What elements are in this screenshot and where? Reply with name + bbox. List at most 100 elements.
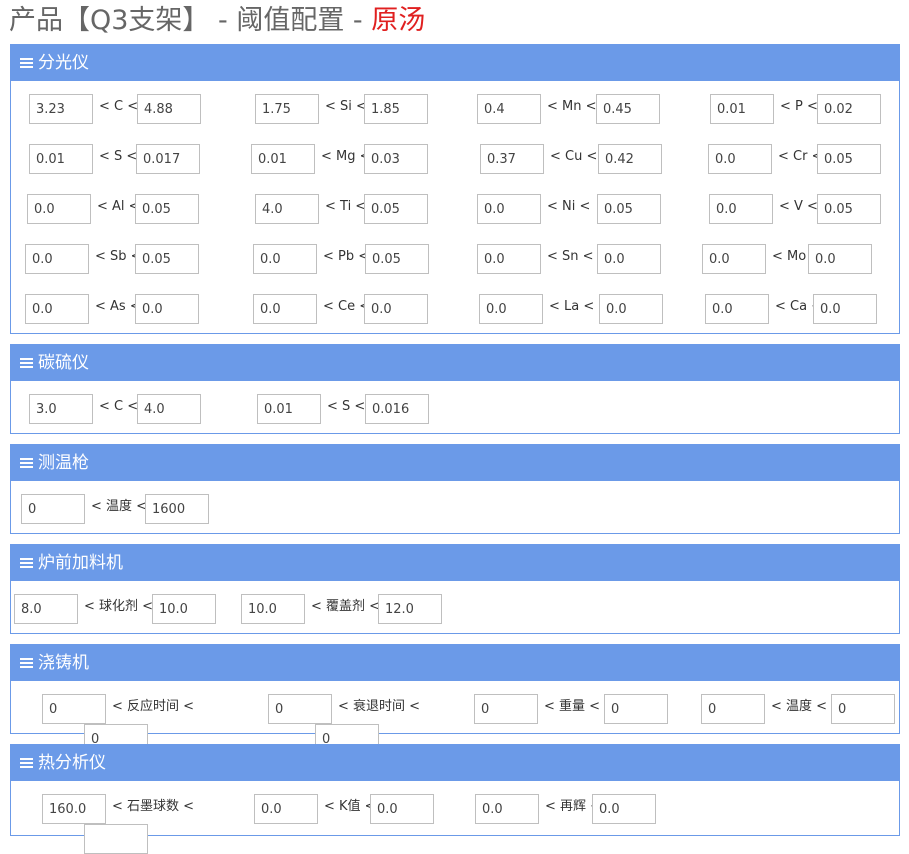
thermometer-max-input[interactable] xyxy=(145,494,209,524)
carbon-sulfur-threshold-label: < C < xyxy=(99,399,139,414)
spectrometer-panel: 分光仪< C << Si << Mn << P << S << Mg << Cu… xyxy=(10,44,900,334)
carbon-sulfur-min-input[interactable] xyxy=(29,394,93,424)
spectrometer-min-input[interactable] xyxy=(27,194,91,224)
spectrometer-min-input[interactable] xyxy=(710,94,774,124)
thermometer-panel: 测温枪 < 温度 < xyxy=(10,444,900,534)
spectrometer-min-input[interactable] xyxy=(480,144,544,174)
pre-furnace-panel-header: 炉前加料机 xyxy=(11,545,899,581)
spectrometer-threshold-label: < Pb < xyxy=(323,249,370,264)
spectrometer-max-input[interactable] xyxy=(137,94,201,124)
spectrometer-max-input[interactable] xyxy=(817,144,881,174)
thermal-analyzer-threshold-label: < 石墨球数 < xyxy=(112,799,195,814)
pre-furnace-max-input[interactable] xyxy=(378,594,442,624)
thermometer-min-input[interactable] xyxy=(21,494,85,524)
pouring-min-input[interactable] xyxy=(474,694,538,724)
pouring-min-input[interactable] xyxy=(268,694,332,724)
spectrometer-max-input[interactable] xyxy=(813,294,877,324)
spectrometer-threshold-label: < As < xyxy=(95,299,141,314)
pouring-threshold-label: < 衰退时间 < xyxy=(338,699,421,714)
carbon-sulfur-panel-header: 碳硫仪 xyxy=(11,345,899,381)
spectrometer-threshold-label: < Al < xyxy=(97,199,140,214)
spectrometer-min-input[interactable] xyxy=(251,144,315,174)
spectrometer-threshold-label: < V < xyxy=(779,199,818,214)
spectrometer-max-input[interactable] xyxy=(597,244,661,274)
spectrometer-min-input[interactable] xyxy=(477,194,541,224)
thermal-analyzer-panel: 热分析仪< 石墨球数 << K值 << 再辉 < xyxy=(10,744,900,854)
carbon-sulfur-max-input[interactable] xyxy=(365,394,429,424)
spectrometer-max-input[interactable] xyxy=(135,194,199,224)
spectrometer-threshold-label: < Cu < xyxy=(550,149,598,164)
spectrometer-threshold-label: < Ti < xyxy=(325,199,367,214)
spectrometer-min-input[interactable] xyxy=(25,244,89,274)
spectrometer-max-input[interactable] xyxy=(364,94,428,124)
spectrometer-max-input[interactable] xyxy=(365,244,429,274)
spectrometer-min-input[interactable] xyxy=(709,194,773,224)
spectrometer-threshold-label: < Mn < xyxy=(547,99,597,114)
spectrometer-min-input[interactable] xyxy=(25,294,89,324)
pre-furnace-min-input[interactable] xyxy=(14,594,78,624)
thermal-analyzer-min-input[interactable] xyxy=(475,794,539,824)
spectrometer-threshold-label: < Ni < xyxy=(547,199,591,214)
spectrometer-threshold-label: < C < xyxy=(99,99,139,114)
pre-furnace-min-input[interactable] xyxy=(241,594,305,624)
spectrometer-max-input[interactable] xyxy=(364,194,428,224)
spectrometer-max-input[interactable] xyxy=(817,94,881,124)
spectrometer-min-input[interactable] xyxy=(705,294,769,324)
spectrometer-max-input[interactable] xyxy=(598,144,662,174)
carbon-sulfur-panel: 碳硫仪 < C < < S < xyxy=(10,344,900,434)
hamburger-menu-icon xyxy=(20,357,33,369)
thermal-analyzer-min-input[interactable] xyxy=(42,794,106,824)
spectrometer-max-input[interactable] xyxy=(364,144,428,174)
pre-furnace-max-input[interactable] xyxy=(152,594,216,624)
hamburger-menu-icon xyxy=(20,457,33,469)
page-title-main: 产品【Q3支架】 - 阈值配置 - xyxy=(9,5,372,36)
thermometer-panel-header: 测温枪 xyxy=(11,445,899,481)
thermal-analyzer-max-input[interactable] xyxy=(84,824,148,854)
pouring-panel-header: 浇铸机 xyxy=(11,645,899,681)
pouring-threshold-label: < 温度 < xyxy=(771,699,828,714)
spectrometer-max-input[interactable] xyxy=(136,144,200,174)
pouring-min-input[interactable] xyxy=(701,694,765,724)
pre-furnace-threshold-label: < 覆盖剂 < xyxy=(311,599,381,614)
spectrometer-max-input[interactable] xyxy=(596,94,660,124)
thermal-analyzer-panel-header: 热分析仪 xyxy=(11,745,899,781)
thermal-analyzer-min-input[interactable] xyxy=(254,794,318,824)
spectrometer-min-input[interactable] xyxy=(708,144,772,174)
spectrometer-min-input[interactable] xyxy=(253,244,317,274)
spectrometer-max-input[interactable] xyxy=(135,244,199,274)
spectrometer-min-input[interactable] xyxy=(29,94,93,124)
spectrometer-panel-title: 分光仪 xyxy=(38,53,89,73)
spectrometer-threshold-label: < Sn < xyxy=(547,249,594,264)
spectrometer-max-input[interactable] xyxy=(135,294,199,324)
carbon-sulfur-max-input[interactable] xyxy=(137,394,201,424)
spectrometer-min-input[interactable] xyxy=(702,244,766,274)
carbon-sulfur-threshold-label: < S < xyxy=(327,399,366,414)
spectrometer-max-input[interactable] xyxy=(599,294,663,324)
spectrometer-max-input[interactable] xyxy=(364,294,428,324)
pouring-max-input[interactable] xyxy=(604,694,668,724)
hamburger-menu-icon xyxy=(20,657,33,669)
thermometer-panel-title: 测温枪 xyxy=(38,453,89,473)
carbon-sulfur-panel-title: 碳硫仪 xyxy=(38,353,89,373)
spectrometer-min-input[interactable] xyxy=(29,144,93,174)
spectrometer-min-input[interactable] xyxy=(255,94,319,124)
pouring-max-input[interactable] xyxy=(831,694,895,724)
hamburger-menu-icon xyxy=(20,757,33,769)
spectrometer-max-input[interactable] xyxy=(808,244,872,274)
spectrometer-max-input[interactable] xyxy=(817,194,881,224)
spectrometer-min-input[interactable] xyxy=(479,294,543,324)
thermometer-threshold-label: < 温度 < xyxy=(91,499,148,514)
page-title-highlight: 原汤 xyxy=(371,5,426,36)
pouring-min-input[interactable] xyxy=(42,694,106,724)
thermal-analyzer-max-input[interactable] xyxy=(592,794,656,824)
spectrometer-max-input[interactable] xyxy=(597,194,661,224)
spectrometer-min-input[interactable] xyxy=(477,244,541,274)
pre-furnace-panel-title: 炉前加料机 xyxy=(38,553,123,573)
spectrometer-min-input[interactable] xyxy=(477,94,541,124)
carbon-sulfur-min-input[interactable] xyxy=(257,394,321,424)
thermal-analyzer-panel-title: 热分析仪 xyxy=(38,753,106,773)
pouring-panel: 浇铸机 < 反应时间 < < 衰退时间 < < 重量 < < 温度 < xyxy=(10,644,900,754)
spectrometer-min-input[interactable] xyxy=(253,294,317,324)
thermal-analyzer-max-input[interactable] xyxy=(370,794,434,824)
spectrometer-min-input[interactable] xyxy=(255,194,319,224)
